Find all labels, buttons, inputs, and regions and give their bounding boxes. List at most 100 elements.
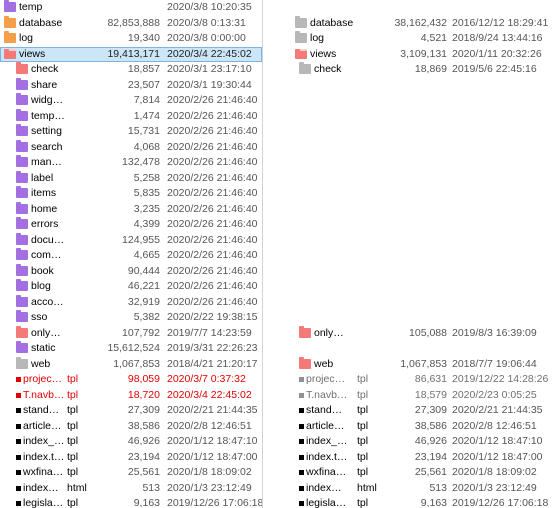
- folder-row[interactable]: com… 4,665 2020/2/26 21:46:40: [0, 248, 262, 264]
- folder-row[interactable]: sso 5,382 2020/2/22 19:38:15: [0, 310, 262, 326]
- folder-row[interactable]: errors 4,399 2020/2/26 21:46:40: [0, 217, 262, 233]
- folder-icon: [16, 77, 28, 90]
- item-modified-date: 2020/2/21 21:44:35: [167, 404, 258, 416]
- item-size: 19,413,171: [107, 47, 160, 60]
- folder-row[interactable]: views 19,413,171 2020/3/4 22:45:02: [0, 46, 262, 62]
- item-modified-date: 2020/3/4 22:45:02: [167, 47, 252, 60]
- folder-row[interactable]: blog 46,221 2020/2/26 21:46:40: [0, 279, 262, 295]
- item-modified-date: 2020/2/26 21:46:40: [167, 218, 258, 230]
- folder-icon: [16, 124, 28, 136]
- folder-row[interactable]: widg… 7,814 2020/2/26 21:46:40: [0, 93, 262, 109]
- folder-row[interactable]: book 90,444 2020/2/26 21:46:40: [0, 263, 262, 280]
- folder-row[interactable]: check 18,869 2019/5/6 22:45:16: [289, 62, 554, 78]
- item-size: 9,163: [133, 497, 160, 508]
- item-extension: tpl: [67, 373, 79, 385]
- item-extension: tpl: [357, 466, 369, 478]
- file-row[interactable]: legisla… tpl 9,163 2019/12/26 17:06:18: [289, 496, 554, 508]
- folder-row[interactable]: check 18,857 2020/3/1 23:17:10: [0, 62, 262, 78]
- file-row[interactable]: index… html 513 2020/1/3 23:12:49: [0, 481, 262, 497]
- file-row[interactable]: projec… tpl 98,059 2020/3/7 0:37:32: [0, 372, 262, 388]
- folder-row[interactable]: only… 107,792 2019/7/7 14:23:59: [0, 325, 262, 342]
- folder-row[interactable]: docu… 124,955 2020/2/26 21:46:40: [0, 232, 262, 249]
- file-icon: [299, 470, 304, 475]
- file-row[interactable]: projec… tpl 86,631 2019/12/22 14:28:26: [289, 372, 554, 388]
- item-modified-date: 2020/2/26 21:46:40: [167, 249, 258, 261]
- item-modified-date: 2020/1/12 18:47:00: [452, 450, 543, 463]
- item-size: 5,382: [133, 311, 160, 323]
- folder-row[interactable]: log 4,521 2018/9/24 13:44:16: [289, 31, 554, 47]
- folder-row[interactable]: web 1,067,853 2018/7/7 19:06:44: [289, 356, 554, 373]
- item-extension: tpl: [357, 404, 369, 416]
- file-row[interactable]: wxfina… tpl 25,561 2020/1/8 18:09:02: [0, 465, 262, 481]
- file-row[interactable]: wxfina… tpl 25,561 2020/1/8 18:09:02: [289, 465, 554, 481]
- file-row[interactable]: index.t… tpl 23,194 2020/1/12 18:47:00: [289, 450, 554, 466]
- folder-icon: [16, 232, 28, 245]
- item-size: 124,955: [122, 233, 160, 246]
- folder-icon: [299, 325, 311, 338]
- item-name: stand…: [306, 404, 343, 416]
- item-size: 4,068: [133, 140, 160, 153]
- item-modified-date: 2019/12/22 14:28:26: [452, 373, 549, 385]
- right-file-pane[interactable]: database 38,162,432 2016/12/12 18:29:41 log…: [289, 0, 554, 508]
- file-row[interactable]: article… tpl 38,586 2020/2/8 12:46:51: [0, 419, 262, 435]
- file-row[interactable]: index_… tpl 46,926 2020/1/12 18:47:10: [0, 434, 262, 450]
- left-file-pane[interactable]: temp 2020/3/8 10:20:35 database 82,853,888 2…: [0, 0, 262, 508]
- item-size: 25,561: [127, 466, 160, 478]
- folder-row[interactable]: temp… 1,474 2020/2/26 21:46:40: [0, 108, 262, 125]
- file-row[interactable]: article… tpl 38,586 2020/2/8 12:46:51: [289, 419, 554, 435]
- folder-row[interactable]: share 23,507 2020/3/1 19:30:44: [0, 77, 262, 94]
- item-name: setting: [31, 125, 62, 137]
- item-size: 4,521: [420, 32, 447, 44]
- empty-row: [289, 341, 554, 357]
- file-row[interactable]: T.navb… tpl 18,579 2020/2/23 0:05:25: [289, 388, 554, 404]
- folder-row[interactable]: log 19,340 2020/3/8 0:00:00: [0, 31, 262, 47]
- item-name: T.navb…: [306, 388, 348, 401]
- folder-row[interactable]: items 5,835 2020/2/26 21:46:40: [0, 186, 262, 202]
- folder-row[interactable]: label 5,258 2020/2/26 21:46:40: [0, 170, 262, 187]
- file-row[interactable]: legisla… tpl 9,163 2019/12/26 17:06:18: [0, 496, 262, 508]
- file-icon: [16, 423, 21, 429]
- empty-row: [289, 140, 554, 156]
- folder-row[interactable]: search 4,068 2020/2/26 21:46:40: [0, 139, 262, 156]
- file-row[interactable]: index.t… tpl 23,194 2020/1/12 18:47:00: [0, 450, 262, 466]
- item-name: static: [31, 342, 56, 354]
- item-name: widg…: [31, 94, 64, 106]
- item-name: stand…: [23, 404, 60, 416]
- file-icon: [16, 377, 21, 382]
- pane-divider: [262, 0, 263, 508]
- item-extension: html: [357, 481, 377, 494]
- folder-icon: [299, 62, 311, 74]
- folder-row[interactable]: temp 2020/3/8 10:20:35: [0, 0, 262, 16]
- item-extension: tpl: [67, 435, 79, 447]
- item-extension: tpl: [67, 450, 79, 463]
- folder-row[interactable]: database 38,162,432 2016/12/12 18:29:41: [289, 15, 554, 32]
- folder-icon: [16, 325, 28, 338]
- item-size: 98,059: [127, 373, 160, 385]
- folder-row[interactable]: database 82,853,888 2020/3/8 0:13:31: [0, 15, 262, 32]
- folder-row[interactable]: views 3,109,131 2020/1/11 20:32:26: [289, 47, 554, 63]
- folder-row[interactable]: acco… 32,919 2020/2/26 21:46:40: [0, 294, 262, 311]
- file-row[interactable]: T.navb… tpl 18,720 2020/3/4 22:45:02: [0, 388, 262, 404]
- item-name: search: [31, 140, 63, 153]
- folder-row[interactable]: only… 105,088 2019/8/3 16:39:09: [289, 325, 554, 342]
- folder-row[interactable]: web 1,067,853 2018/4/21 21:20:17: [0, 356, 262, 373]
- file-row[interactable]: index… html 513 2020/1/3 23:12:49: [289, 481, 554, 497]
- folder-row[interactable]: man… 132,478 2020/2/26 21:46:40: [0, 155, 262, 171]
- empty-row: [289, 233, 554, 249]
- item-size: 9,163: [420, 497, 447, 508]
- folder-row[interactable]: setting 15,731 2020/2/26 21:46:40: [0, 124, 262, 140]
- file-row[interactable]: index_… tpl 46,926 2020/1/12 18:47:10: [289, 434, 554, 450]
- file-row[interactable]: stand… tpl 27,309 2020/2/21 21:44:35: [289, 403, 554, 419]
- file-row[interactable]: stand… tpl 27,309 2020/2/21 21:44:35: [0, 403, 262, 419]
- item-modified-date: 2020/3/8 10:20:35: [167, 1, 252, 13]
- item-name: database: [19, 16, 63, 29]
- item-name: article…: [306, 419, 345, 432]
- folder-row[interactable]: home 3,235 2020/2/26 21:46:40: [0, 201, 262, 218]
- item-modified-date: 2020/2/21 21:44:35: [452, 404, 543, 416]
- item-size: 1,474: [133, 109, 160, 122]
- folder-row[interactable]: static 15,612,524 2019/3/31 22:26:23: [0, 341, 262, 357]
- item-extension: tpl: [357, 435, 369, 447]
- item-modified-date: 2018/4/21 21:20:17: [167, 357, 258, 370]
- item-size: 46,926: [414, 435, 447, 447]
- item-modified-date: 2020/2/8 12:46:51: [167, 419, 252, 432]
